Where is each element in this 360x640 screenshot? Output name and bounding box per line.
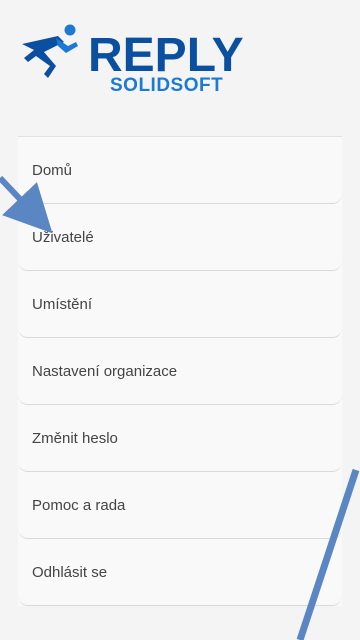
brand-subtitle: SOLIDSOFT	[110, 75, 224, 96]
runner-logo-icon	[22, 24, 78, 78]
menu-item-organization-settings[interactable]: Nastavení organizace	[18, 338, 342, 405]
menu-item-label: Domů	[32, 161, 73, 179]
side-menu: Domů Uživatelé Umístění Nastavení organi…	[18, 136, 342, 606]
menu-item-label: Pomoc a rada	[32, 496, 126, 514]
menu-item-locations[interactable]: Umístění	[18, 271, 342, 338]
navigation-page: REPLY SOLIDSOFT Domů Uživatelé Umístění …	[0, 0, 360, 640]
reply-solidsoft-logo[interactable]: REPLY SOLIDSOFT	[18, 22, 248, 100]
menu-item-change-password[interactable]: Změnit heslo	[18, 405, 342, 472]
menu-item-help[interactable]: Pomoc a rada	[18, 472, 342, 539]
brand-name: REPLY	[88, 29, 244, 82]
menu-item-users[interactable]: Uživatelé	[18, 204, 342, 271]
menu-item-label: Nastavení organizace	[32, 362, 178, 380]
menu-item-label: Umístění	[32, 295, 93, 313]
menu-item-label: Odhlásit se	[32, 563, 108, 581]
menu-item-label: Změnit heslo	[32, 429, 118, 447]
menu-item-label: Uživatelé	[32, 228, 94, 246]
menu-item-logout[interactable]: Odhlásit se	[18, 539, 342, 606]
menu-item-home[interactable]: Domů	[18, 137, 342, 204]
